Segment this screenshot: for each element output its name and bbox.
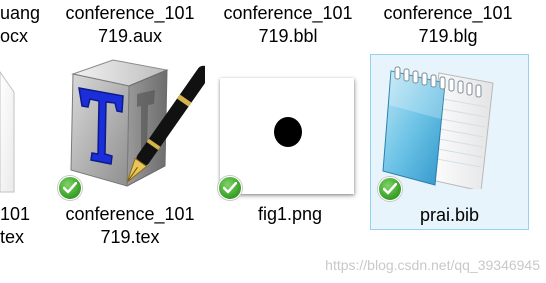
sync-status-icon	[58, 176, 82, 200]
file-label-docx-line2[interactable]: ocx	[0, 25, 40, 47]
file-label-png: fig1.png	[257, 204, 323, 224]
file-tile-png[interactable]: fig1.png	[210, 58, 370, 230]
file-label-partial-line2: tex	[0, 227, 25, 247]
notepad-icon	[382, 66, 494, 189]
texworks-icon	[70, 59, 205, 187]
file-label-docx-line1[interactable]: uang	[0, 2, 40, 24]
file-label-bib: prai.bib	[419, 205, 480, 225]
file-label-bbl-line1[interactable]: conference_101	[208, 2, 368, 24]
sync-status-icon	[218, 176, 242, 200]
file-label-tex-line2: 719.tex	[100, 227, 160, 247]
file-tile-tex[interactable]: conference_101 719.tex	[50, 58, 210, 250]
file-label-aux-line1[interactable]: conference_101	[50, 2, 210, 24]
file-tile-partial-document[interactable]: 101 tex	[0, 58, 40, 248]
file-label-bbl-line2[interactable]: 719.bbl	[208, 25, 368, 47]
file-tile-bib[interactable]: prai.bib	[370, 54, 529, 230]
file-label-partial-line1: 101	[0, 204, 31, 224]
file-label-tex-line1: conference_101	[65, 204, 195, 224]
document-icon	[0, 71, 15, 193]
dot-icon	[274, 117, 302, 147]
file-label-blg-line2[interactable]: 719.blg	[368, 25, 528, 47]
image-thumbnail	[220, 78, 354, 194]
sync-status-icon	[378, 177, 402, 201]
file-label-aux-line2[interactable]: 719.aux	[50, 25, 210, 47]
file-label-blg-line1[interactable]: conference_101	[368, 2, 528, 24]
watermark-text: https://blog.csdn.net/qq_39346945	[325, 257, 540, 273]
